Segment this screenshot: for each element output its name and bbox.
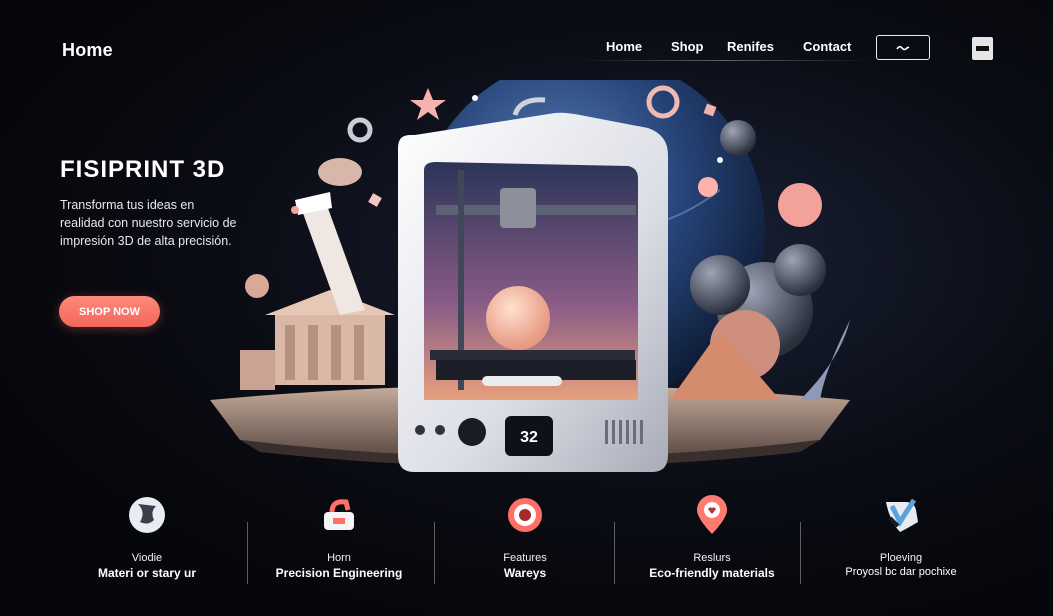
nav-home[interactable]: Home: [606, 39, 642, 54]
feature-subtitle: Eco-friendly materials: [649, 566, 775, 580]
feature-precision: Horn Precision Engineering: [249, 492, 429, 580]
shield-check-icon: [886, 498, 918, 532]
feature-divider: [800, 522, 801, 584]
feature-title: Viodie: [131, 552, 163, 564]
feature-title: Reslurs: [693, 552, 731, 564]
search-button[interactable]: [876, 35, 930, 60]
nav-renifes[interactable]: Renifes: [727, 39, 774, 54]
printer-display: 32: [520, 429, 538, 446]
printer-illustration: 32: [210, 80, 850, 472]
features-row: Viodie Materi or stary ur Horn Precision…: [60, 492, 1000, 592]
feature-eco: Reslurs Eco-friendly materials: [622, 492, 802, 580]
nav-shop[interactable]: Shop: [671, 39, 704, 54]
3d-printer: 32: [398, 97, 668, 472]
feature-title: Features: [503, 552, 547, 564]
feature-subtitle: Materi or stary ur: [97, 566, 197, 580]
menu-icon: [976, 46, 989, 51]
feature-divider: [614, 522, 615, 584]
feature-proving: Ploeving Proyosl bc dar pochixe: [811, 492, 991, 578]
nav-divider: [580, 60, 870, 61]
target-icon: [508, 498, 542, 532]
printed-sphere: [486, 286, 550, 350]
printer-icon: [324, 499, 354, 530]
shop-now-button[interactable]: SHOP NOW: [59, 296, 160, 327]
feature-title: Ploeving: [879, 552, 923, 564]
feature-subtitle: Proyosl bc dar pochixe: [845, 566, 957, 578]
feature-materials: Viodie Materi or stary ur: [57, 492, 237, 580]
feature-features: Features Wareys: [435, 492, 615, 580]
globe-icon: [129, 497, 165, 533]
nav-contact[interactable]: Contact: [803, 39, 851, 54]
feature-title: Horn: [327, 552, 351, 564]
site-logo[interactable]: Home: [62, 40, 113, 61]
feature-subtitle: Wareys: [503, 566, 547, 580]
feature-divider: [247, 522, 248, 584]
landing-page: Home Home Shop Renifes Contact FISIPRINT…: [0, 0, 1053, 616]
wave-icon: [896, 45, 910, 50]
feature-subtitle: Precision Engineering: [275, 566, 403, 580]
location-pin-icon: [697, 495, 727, 534]
menu-button[interactable]: [972, 37, 993, 60]
